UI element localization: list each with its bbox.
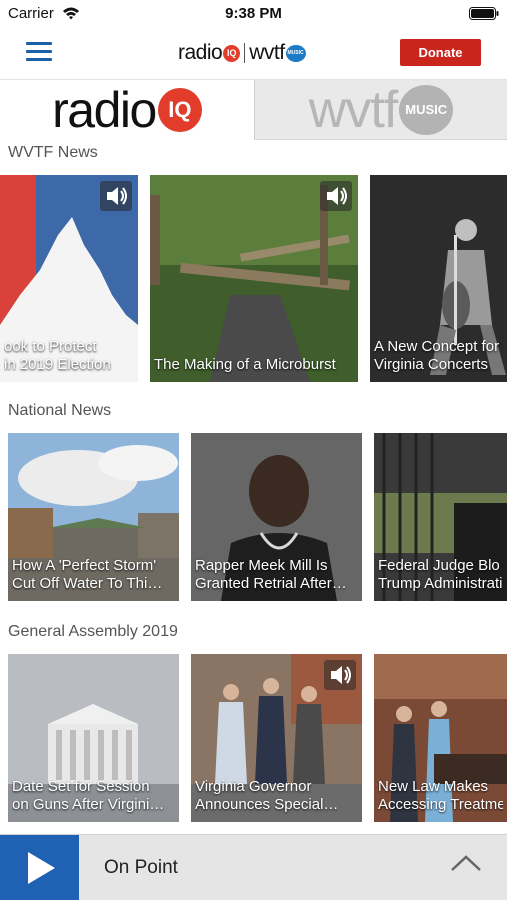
header-logo: radio IQ wvtf MUSIC	[178, 40, 306, 66]
status-bar: Carrier 9:38 PM	[0, 0, 507, 28]
play-button[interactable]	[0, 835, 79, 900]
news-card[interactable]: A New Concept for Virginia Concerts	[370, 175, 507, 382]
card-caption: New Law Makes Accessing Treatme	[378, 778, 503, 814]
news-card[interactable]: The Making of a Microburst	[150, 175, 358, 382]
card-row-wvtf-news: ook to Protect in 2019 Election The Maki…	[0, 175, 507, 382]
logo-radio-text: radio	[178, 41, 223, 64]
card-title-line2: on Guns After Virgini…	[12, 796, 165, 813]
card-caption: Virginia Governor Announces Special…	[195, 778, 358, 814]
card-title-line1: Federal Judge Blo	[378, 557, 500, 574]
card-title-line1: The Making of a Microburst	[154, 356, 336, 373]
speaker-icon	[100, 181, 132, 211]
battery-icon	[469, 7, 499, 20]
tab-radioiq-word: radio	[52, 82, 157, 138]
hamburger-menu-icon[interactable]	[26, 42, 52, 62]
card-caption: ook to Protect in 2019 Election	[4, 338, 134, 374]
card-title-line2: Granted Retrial After…	[195, 575, 347, 592]
card-title-line1: New Law Makes	[378, 778, 489, 795]
now-playing-title: On Point	[104, 857, 178, 878]
card-title-line1: Date Set for Session	[12, 778, 150, 795]
card-caption: A New Concept for Virginia Concerts	[374, 338, 503, 374]
card-title-line1: ook to Protect	[4, 338, 97, 355]
news-card[interactable]: Virginia Governor Announces Special…	[191, 654, 362, 822]
news-card[interactable]: New Law Makes Accessing Treatme	[374, 654, 507, 822]
status-time: 9:38 PM	[225, 5, 282, 22]
card-title-line1: A New Concept for	[374, 338, 500, 355]
card-title-line2: Trump Administrati	[378, 575, 503, 592]
card-title-line1: Virginia Governor	[195, 778, 312, 795]
card-caption: Rapper Meek Mill Is Granted Retrial Afte…	[195, 557, 358, 593]
speaker-icon	[320, 181, 352, 211]
card-title-line2: in 2019 Election	[4, 356, 111, 373]
news-card[interactable]: Date Set for Session on Guns After Virgi…	[8, 654, 179, 822]
card-caption: Date Set for Session on Guns After Virgi…	[12, 778, 175, 814]
play-icon	[28, 852, 55, 884]
chevron-up-icon[interactable]	[450, 853, 482, 873]
tab-radioiq-badge: IQ	[157, 88, 202, 132]
news-card[interactable]: How A 'Perfect Storm' Cut Off Water To T…	[8, 433, 179, 601]
tab-wvtf-badge: MUSIC	[399, 84, 454, 135]
card-title-line1: How A 'Perfect Storm'	[12, 557, 157, 574]
logo-iq-badge: IQ	[223, 44, 241, 62]
section-title-general-assembly: General Assembly 2019	[8, 623, 178, 640]
app-header: radio IQ wvtf MUSIC Donate	[0, 28, 507, 80]
section-title-wvtf-news: WVTF News	[8, 144, 98, 161]
card-row-general-assembly: Date Set for Session on Guns After Virgi…	[0, 654, 507, 822]
donate-button[interactable]: Donate	[400, 39, 481, 66]
tab-radioiq[interactable]: radio IQ	[0, 80, 254, 140]
tab-wvtf-word: wvtf	[308, 80, 398, 139]
player-bar: On Point	[0, 834, 507, 900]
card-caption: The Making of a Microburst	[154, 356, 354, 374]
card-title-line2: Virginia Concerts	[374, 356, 488, 373]
card-caption: Federal Judge Blo Trump Administrati	[378, 557, 503, 593]
station-tabs: radio IQ wvtf MUSIC	[0, 80, 507, 140]
logo-divider	[244, 43, 246, 63]
card-title-line2: Announces Special…	[195, 796, 339, 813]
tab-wvtf[interactable]: wvtf MUSIC	[254, 80, 507, 140]
logo-music-badge: MUSIC	[285, 44, 306, 62]
section-title-national-news: National News	[8, 402, 112, 419]
card-title-line2: Cut Off Water To Thi…	[12, 575, 163, 592]
card-title-line1: Rapper Meek Mill Is	[195, 557, 328, 574]
news-card[interactable]: Federal Judge Blo Trump Administrati	[374, 433, 507, 601]
card-title-line2: Accessing Treatme	[378, 796, 503, 813]
news-card[interactable]: ook to Protect in 2019 Election	[0, 175, 138, 382]
logo-wvtf-text: wvtf	[249, 41, 285, 64]
card-row-national-news: How A 'Perfect Storm' Cut Off Water To T…	[0, 433, 507, 601]
speaker-icon	[324, 660, 356, 690]
news-card[interactable]: Rapper Meek Mill Is Granted Retrial Afte…	[191, 433, 362, 601]
card-caption: How A 'Perfect Storm' Cut Off Water To T…	[12, 557, 175, 593]
